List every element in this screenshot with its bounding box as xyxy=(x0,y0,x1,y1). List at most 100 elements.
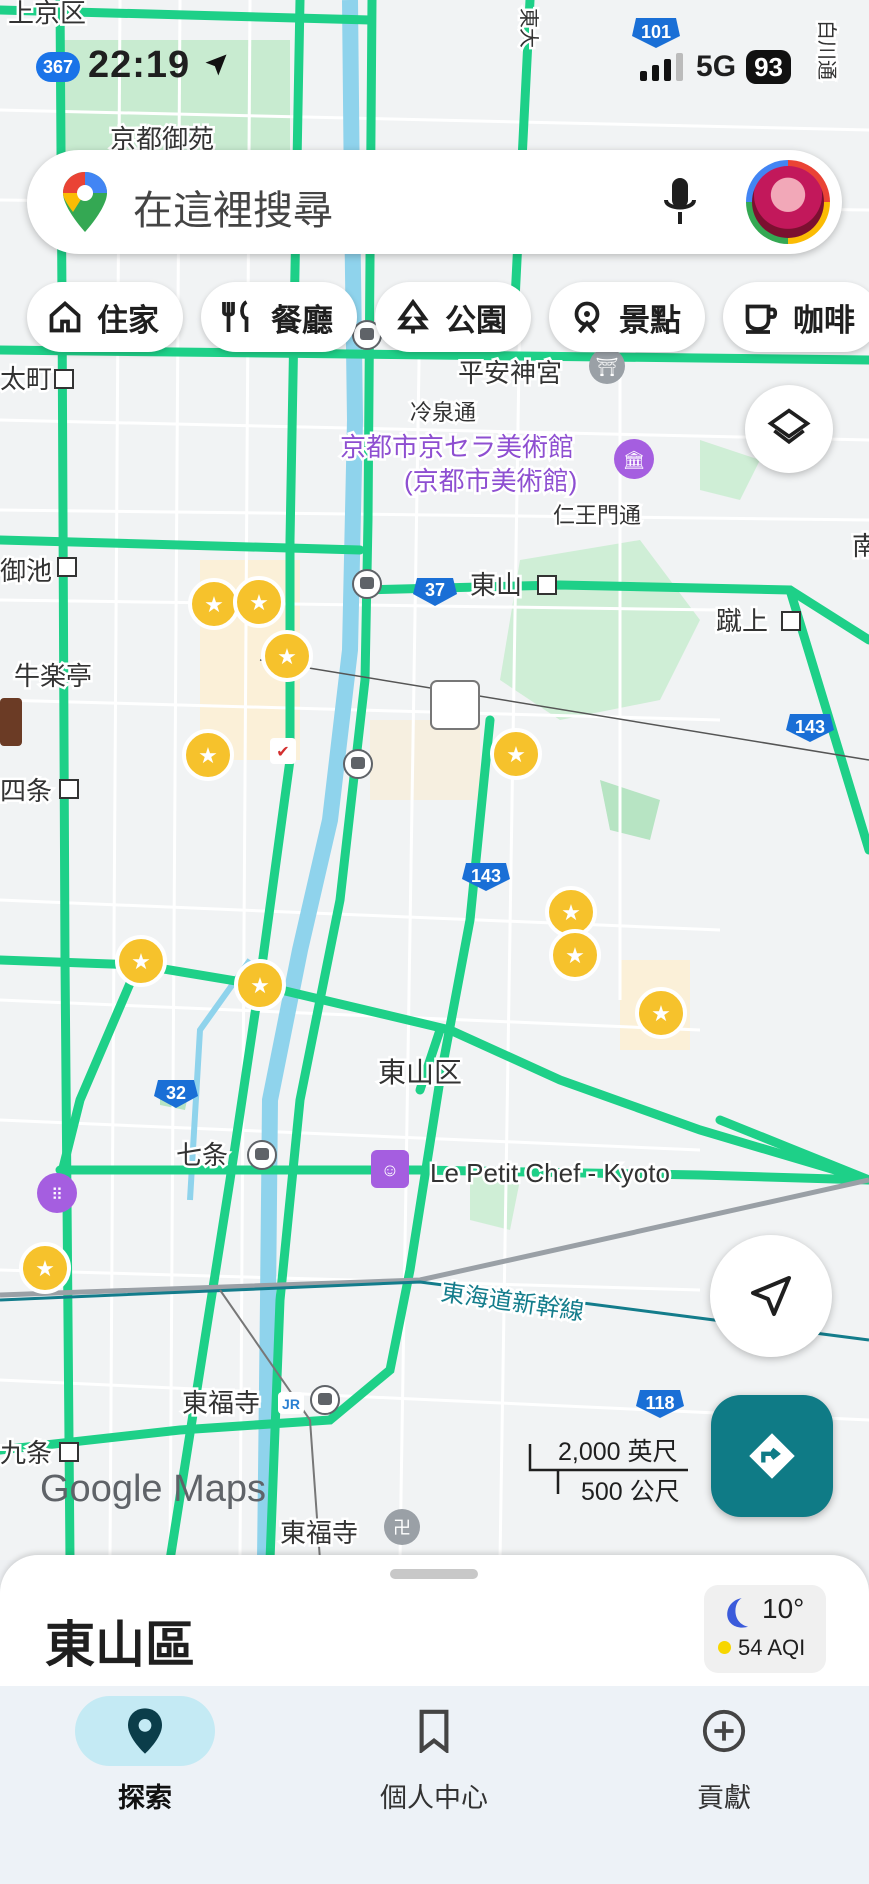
layers-icon xyxy=(767,408,811,445)
svg-text:☺: ☺ xyxy=(381,1160,399,1180)
layers-button[interactable] xyxy=(745,385,833,473)
moon-icon xyxy=(727,1598,749,1628)
explore-pin-icon xyxy=(128,1708,162,1754)
svg-text:★: ★ xyxy=(277,644,297,669)
svg-text:✔: ✔ xyxy=(276,744,289,761)
label-dori: 太町 xyxy=(0,364,52,394)
status-time: 22:19 xyxy=(88,44,230,87)
category-chips: 住家 餐廳 公園 景點 咖啡 xyxy=(27,282,869,352)
svg-text:★: ★ xyxy=(506,742,526,767)
nav-explore[interactable]: 探索 xyxy=(45,1696,245,1815)
label-minami: 南 xyxy=(852,531,869,561)
location-arrow-icon xyxy=(205,54,227,76)
label-oike: 御池 xyxy=(0,556,52,586)
purple-poi-icon[interactable]: ⠿ xyxy=(37,1173,77,1213)
chip-home[interactable]: 住家 xyxy=(27,282,183,352)
area-title: 東山區 xyxy=(45,1617,195,1673)
home-icon xyxy=(49,300,81,333)
nav-label-contribute: 貢獻 xyxy=(697,1783,751,1813)
weather-widget[interactable]: 10° 54 AQI xyxy=(704,1585,826,1673)
svg-text:★: ★ xyxy=(198,743,218,768)
place-card-icon[interactable] xyxy=(430,680,480,730)
status-bar: 367 22:19 5G 93 xyxy=(0,30,869,100)
directions-icon xyxy=(749,1433,795,1479)
explore-icon-pill xyxy=(75,1696,215,1766)
chip-label: 景點 xyxy=(619,302,681,338)
weather-temperature: 10° xyxy=(762,1593,805,1624)
svg-text:★: ★ xyxy=(561,900,581,925)
svg-text:🏛: 🏛 xyxy=(623,450,646,470)
label-museum-sub: (京都市美術館) xyxy=(404,466,577,496)
chip-parks[interactable]: 公園 xyxy=(375,282,531,352)
svg-text:★: ★ xyxy=(565,943,585,968)
label-nio: 仁王門通 xyxy=(553,503,641,528)
label-reisen: 冷泉通 xyxy=(410,400,476,425)
label-museum: 京都市京セラ美術館 xyxy=(340,432,574,462)
avatar-image xyxy=(752,166,824,238)
svg-text:⠿: ⠿ xyxy=(51,1187,63,1204)
bookmark-icon xyxy=(419,1709,449,1753)
label-keage: 蹴上 xyxy=(716,606,768,636)
google-maps-logo: Google Maps xyxy=(40,1468,267,1510)
chip-attractions[interactable]: 景點 xyxy=(549,282,705,352)
temple-icon: 卍 xyxy=(384,1509,420,1545)
google-maps-pin-icon xyxy=(63,172,107,232)
chip-label: 咖啡 xyxy=(793,302,855,338)
attraction-icon xyxy=(574,301,600,334)
chip-coffee[interactable]: 咖啡 xyxy=(723,282,869,352)
nav-profile[interactable]: 個人中心 xyxy=(334,1696,534,1815)
restaurant-icon xyxy=(222,300,249,332)
chip-label: 公園 xyxy=(445,302,507,338)
my-location-button[interactable] xyxy=(710,1235,832,1357)
label-higashiyama-station: 東山 xyxy=(470,570,522,600)
status-badge: 367 xyxy=(36,52,80,82)
profile-icon-pill xyxy=(364,1696,504,1766)
museum-icon: 🏛 xyxy=(614,439,654,479)
scale-imperial: 2,000 英尺 xyxy=(558,1438,678,1466)
label-shijo: 四条 xyxy=(0,776,52,806)
label-heian: 平安神宮 xyxy=(458,358,562,388)
svg-text:118: 118 xyxy=(645,1393,674,1413)
label-kamigyo: 上京区 xyxy=(8,0,86,28)
theater-icon[interactable]: ☺ xyxy=(371,1150,409,1188)
search-bar[interactable]: 在這裡搜尋 xyxy=(27,150,842,254)
nav-contribute[interactable]: 貢獻 xyxy=(624,1696,824,1815)
network-label: 5G xyxy=(696,50,737,83)
svg-text:37: 37 xyxy=(425,580,445,600)
svg-text:卍: 卍 xyxy=(393,1518,411,1538)
coffee-icon xyxy=(745,304,778,334)
directions-button[interactable] xyxy=(711,1395,833,1517)
svg-text:★: ★ xyxy=(249,590,269,615)
microphone-icon[interactable] xyxy=(663,178,697,226)
status-right: 5G 93 xyxy=(640,50,791,84)
signal-icon xyxy=(640,53,684,81)
label-ward: 東山区 xyxy=(378,1057,462,1088)
profile-avatar[interactable] xyxy=(746,160,830,244)
chip-label: 住家 xyxy=(97,302,159,338)
label-gyuraku: 牛楽亭 xyxy=(14,661,92,691)
scale-metric: 500 公尺 xyxy=(581,1478,680,1506)
label-tofukuji-station: 東福寺 xyxy=(182,1388,260,1418)
label-tofukuji-temple: 東福寺 xyxy=(280,1518,358,1548)
commercial-area xyxy=(370,720,480,800)
svg-text:JR: JR xyxy=(282,1396,300,1412)
weather-aqi: 54 AQI xyxy=(738,1635,806,1660)
label-kujo: 九条 xyxy=(0,1438,52,1468)
jr-logo-icon: JR xyxy=(278,1392,304,1414)
label-le-petit-chef[interactable]: Le Petit Chef - Kyoto xyxy=(428,1156,673,1191)
svg-text:★: ★ xyxy=(35,1256,55,1281)
add-circle-icon xyxy=(702,1709,746,1753)
chip-restaurants[interactable]: 餐廳 xyxy=(201,282,357,352)
bottom-nav: 探索 個人中心 貢獻 xyxy=(0,1686,869,1884)
svg-text:★: ★ xyxy=(250,973,270,998)
svg-text:143: 143 xyxy=(795,717,825,737)
svg-text:143: 143 xyxy=(471,866,501,886)
park-icon xyxy=(396,299,430,334)
search-input[interactable]: 在這裡搜尋 xyxy=(133,178,333,236)
drag-handle[interactable] xyxy=(390,1569,478,1579)
svg-text:★: ★ xyxy=(131,949,151,974)
nav-label-profile: 個人中心 xyxy=(380,1783,488,1813)
svg-text:32: 32 xyxy=(166,1083,186,1103)
label-shichijo: 七条 xyxy=(176,1140,228,1170)
restaurant-photo-thumb[interactable] xyxy=(0,698,22,746)
